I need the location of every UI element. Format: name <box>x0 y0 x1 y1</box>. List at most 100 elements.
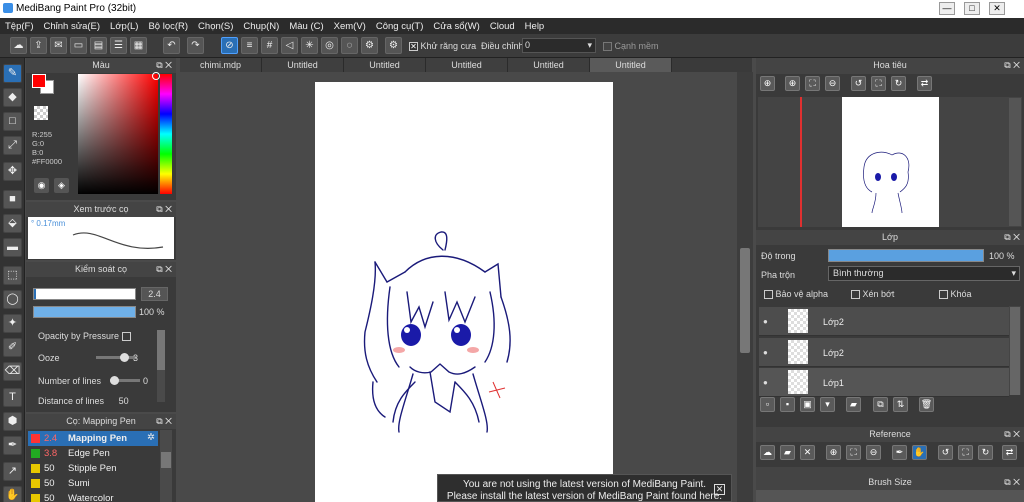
menu-file[interactable]: Tệp(F) <box>0 21 39 32</box>
snap-vanish-icon[interactable]: ◁ <box>281 37 298 54</box>
eye-icon[interactable]: ● <box>763 378 768 387</box>
fit-icon[interactable]: ⛶ <box>805 76 820 91</box>
navigator-scrollbar[interactable] <box>1008 97 1022 227</box>
layer-opacity-slider[interactable] <box>828 249 984 262</box>
save-icon[interactable]: ▤ <box>90 37 107 54</box>
snap-parallel-icon[interactable]: ≡ <box>241 37 258 54</box>
minimize-button[interactable]: — <box>939 2 955 15</box>
brush-list-scrollbar[interactable] <box>160 430 172 502</box>
opacity-pressure-row[interactable]: Opacity by Pressure <box>38 331 131 342</box>
fit-icon[interactable]: ⛶ <box>846 445 861 460</box>
zoom-in-icon[interactable]: ⊕ <box>826 445 841 460</box>
snap-curve-icon[interactable]: ◌ <box>341 37 358 54</box>
list-icon[interactable]: ☰ <box>110 37 127 54</box>
clipping-checkbox[interactable] <box>851 290 860 300</box>
panel-controls-icon[interactable]: ⧉ ✕ <box>1004 427 1020 442</box>
ooze-slider[interactable] <box>96 353 136 362</box>
tab-untitled-3[interactable]: Untitled <box>426 58 508 72</box>
foreground-color-swatch[interactable] <box>32 74 46 88</box>
move-tool-icon[interactable]: ✥ <box>3 162 22 181</box>
canvas-scrollbar[interactable] <box>737 72 753 502</box>
rotate-right-icon[interactable]: ↻ <box>978 445 993 460</box>
select-tool-icon[interactable]: ⬚ <box>3 266 22 285</box>
layer-scrollbar[interactable] <box>1009 306 1021 396</box>
grid-icon[interactable]: ▦ <box>130 37 147 54</box>
bucket-tool-icon[interactable]: ⬙ <box>3 214 22 233</box>
hand-icon[interactable]: ✋ <box>912 445 927 460</box>
zoom-out-icon[interactable]: ⊖ <box>866 445 881 460</box>
delete-layer-icon[interactable]: 🗑 <box>919 397 934 412</box>
rotate-left-icon[interactable]: ↺ <box>938 445 953 460</box>
folder-icon[interactable]: ▰ <box>846 397 861 412</box>
share-icon[interactable]: ⇪ <box>30 37 47 54</box>
duplicate-layer-icon[interactable]: ▣ <box>800 397 815 412</box>
lock-toggle[interactable]: Khóa <box>939 289 972 300</box>
tab-untitled-4[interactable]: Untitled <box>508 58 590 72</box>
operation-tool-icon[interactable]: ↗ <box>3 462 22 481</box>
merge-down-icon[interactable]: ⧉ <box>873 397 888 412</box>
menu-layer[interactable]: Lớp(L) <box>105 21 143 32</box>
layer-row[interactable]: ● Lớp2 <box>759 307 1009 336</box>
new-layer-icon[interactable]: ▫ <box>760 397 775 412</box>
opacity-pressure-checkbox[interactable] <box>121 332 131 342</box>
rotate-reset-icon[interactable]: ⛶ <box>958 445 973 460</box>
picker-handle[interactable] <box>152 72 160 80</box>
brush-item-sumi[interactable]: 50 Sumi <box>28 476 158 491</box>
hand-tool-icon[interactable]: ✋ <box>3 486 22 502</box>
zoom-out-icon[interactable]: ⊖ <box>825 76 840 91</box>
snap-gear-icon[interactable]: ⚙ <box>385 37 402 54</box>
opacity-slider[interactable] <box>33 306 136 318</box>
brush-item-mapping-pen[interactable]: 2.4 Mapping Pen ✲ <box>28 431 158 446</box>
cloud-icon[interactable]: ☁ <box>10 37 27 54</box>
tab-untitled-2[interactable]: Untitled <box>344 58 426 72</box>
panel-controls-icon[interactable]: ⧉ ✕ <box>156 58 172 73</box>
snap-radial-icon[interactable]: ✳ <box>301 37 318 54</box>
layer-menu-icon[interactable]: ▾ <box>820 397 835 412</box>
menu-filter[interactable]: Bộ lọc(R) <box>143 21 193 32</box>
lock-checkbox[interactable] <box>939 290 948 300</box>
select-pen-icon[interactable]: ✐ <box>3 338 22 357</box>
panel-controls-icon[interactable]: ⧉ ✕ <box>156 414 172 429</box>
new-halftone-layer-icon[interactable]: ▪ <box>780 397 795 412</box>
new-file-icon[interactable]: ▭ <box>70 37 87 54</box>
close-button[interactable]: ✕ <box>989 2 1005 15</box>
flip-icon[interactable]: ⇄ <box>1002 445 1017 460</box>
menu-edit[interactable]: Chỉnh sửa(E) <box>39 21 106 32</box>
rotate-right-icon[interactable]: ↻ <box>891 76 906 91</box>
text-tool-icon[interactable]: T <box>3 388 22 407</box>
menu-window[interactable]: Cửa sổ(W) <box>428 21 484 32</box>
protect-alpha-toggle[interactable]: Bảo vệ alpha <box>764 289 828 300</box>
hue-slider[interactable] <box>160 74 172 194</box>
close-notice-icon[interactable]: ✕ <box>714 484 725 495</box>
color-swap-icon[interactable]: ◈ <box>54 178 69 193</box>
tab-untitled-5[interactable]: Untitled <box>590 58 672 72</box>
lasso-tool-icon[interactable]: ◯ <box>3 290 22 309</box>
zoom-icon[interactable]: ⊕ <box>760 76 775 91</box>
antialias-toggle[interactable]: ✕ Khử răng cưa <box>409 41 476 52</box>
comment-icon[interactable]: ✉ <box>50 37 67 54</box>
tab-untitled-1[interactable]: Untitled <box>262 58 344 72</box>
menu-help[interactable]: Help <box>520 21 550 32</box>
close-icon[interactable]: ✕ <box>800 445 815 460</box>
undo-icon[interactable]: ↶ <box>163 37 180 54</box>
eye-icon[interactable]: ● <box>763 317 768 326</box>
cloud-icon[interactable]: ☁ <box>760 445 775 460</box>
brush-item-edge-pen[interactable]: 3.8 Edge Pen <box>28 446 158 461</box>
snap-off-icon[interactable]: ⊘ <box>221 37 238 54</box>
blend-mode-select[interactable]: Bình thường ▾ <box>828 266 1020 281</box>
rectangle-select-icon[interactable]: □ <box>3 112 22 131</box>
rotate-left-icon[interactable]: ↺ <box>851 76 866 91</box>
adjust-select[interactable]: 0 ▾ <box>522 38 596 53</box>
protect-alpha-checkbox[interactable] <box>764 290 773 300</box>
brush-tool-icon[interactable]: ✎ <box>3 64 22 83</box>
smudge-tool-icon[interactable]: ⤢ <box>3 136 22 155</box>
eyedropper-tool-icon[interactable]: ✒ <box>3 436 22 455</box>
menu-capture[interactable]: Chụp(N) <box>238 21 284 32</box>
rotate-reset-icon[interactable]: ⛶ <box>871 76 886 91</box>
brush-size-value[interactable]: 2.4 <box>141 287 168 301</box>
brush-control-scrollbar[interactable] <box>157 330 165 402</box>
menu-cloud[interactable]: Cloud <box>485 21 520 32</box>
antialias-checkbox[interactable]: ✕ <box>409 42 418 52</box>
lines-slider[interactable] <box>110 376 140 385</box>
gear-icon[interactable]: ✲ <box>147 432 155 443</box>
